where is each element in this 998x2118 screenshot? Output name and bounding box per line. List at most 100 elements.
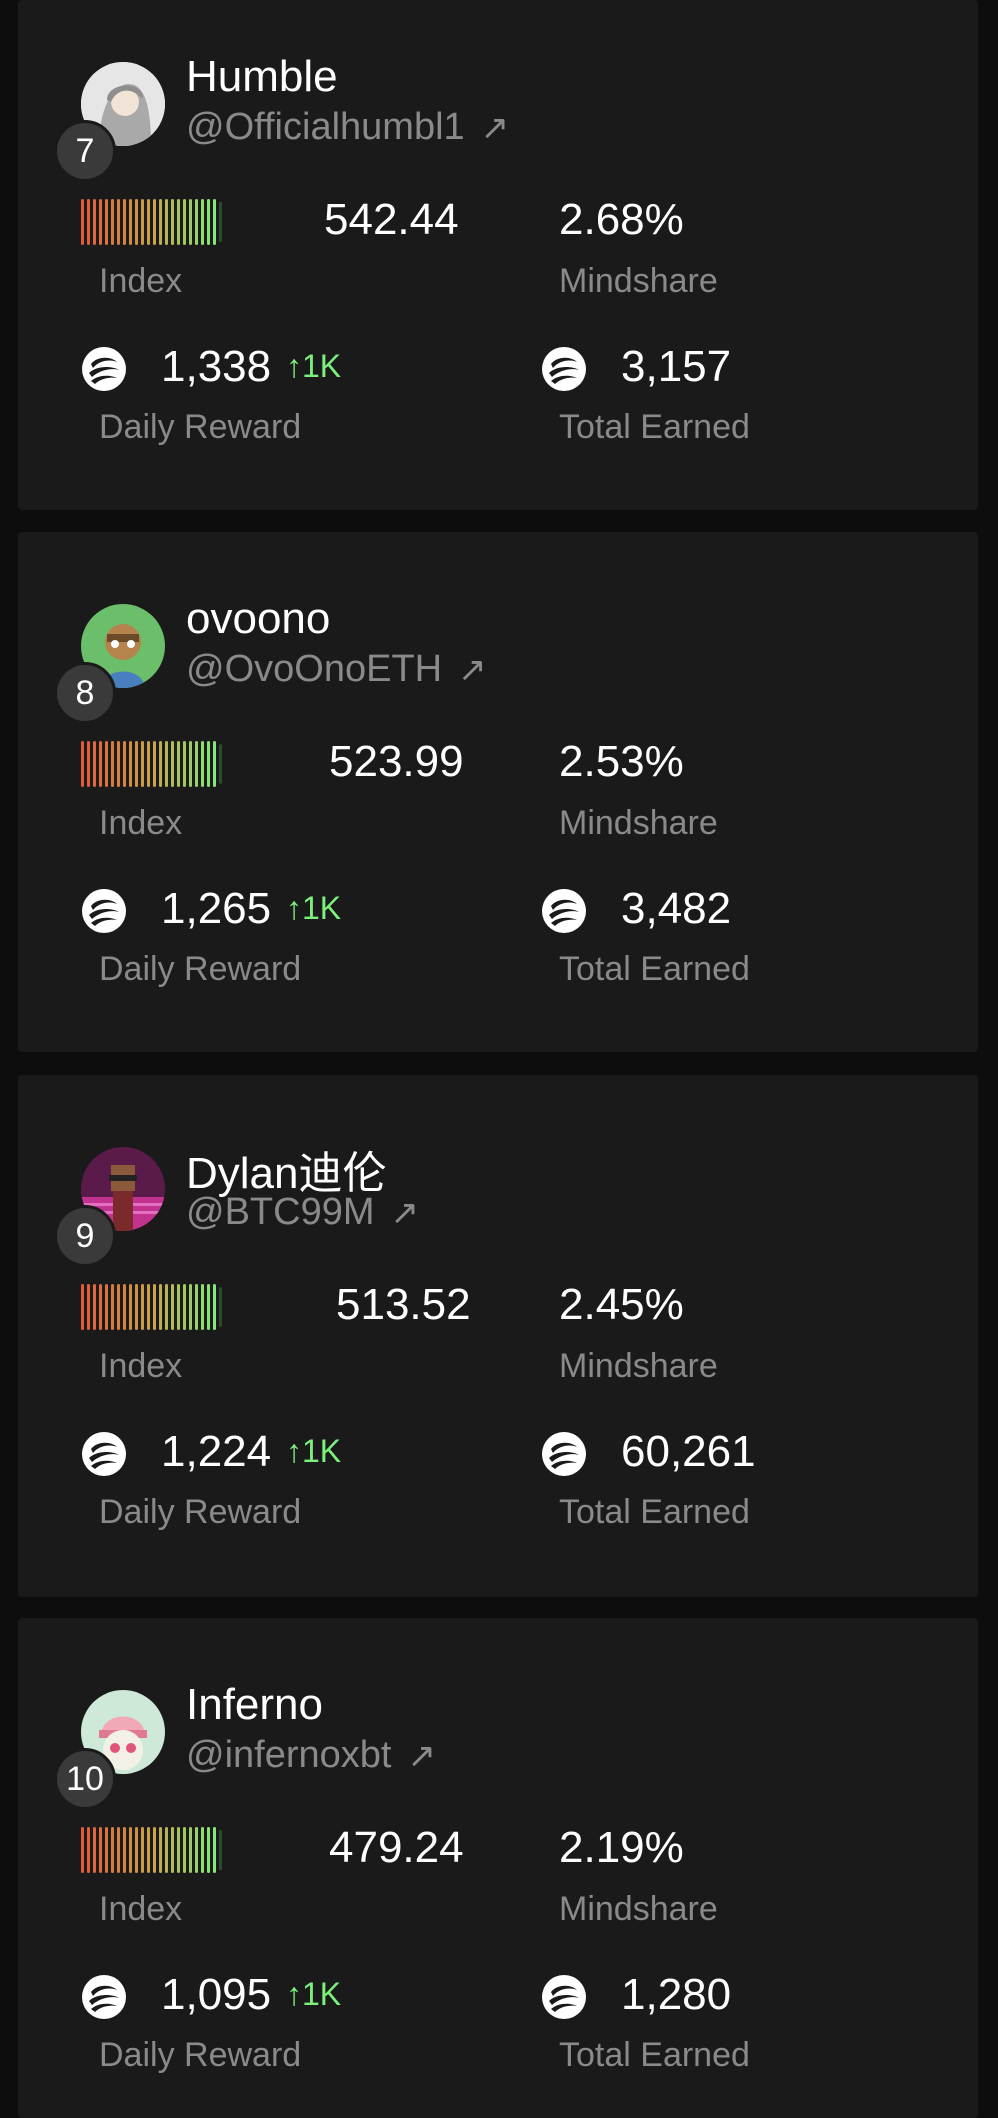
index-meter-bar <box>129 1284 132 1330</box>
index-meter-bar <box>147 741 150 787</box>
index-meter-bar <box>201 1827 204 1873</box>
index-meter-bar <box>177 1284 180 1330</box>
daily-reward-value: 1,265 <box>161 884 272 933</box>
index-meter-bar <box>111 741 114 787</box>
index-meter-bar <box>93 1827 96 1873</box>
index-meter-bar <box>201 1284 204 1330</box>
index-meter-bar <box>141 1284 144 1330</box>
index-meter-bar <box>141 199 144 245</box>
index-meter-bar <box>207 741 210 787</box>
user-handle-link[interactable]: @infernoxbt ↗ <box>186 1734 436 1777</box>
rank-badge: 9 <box>54 1205 116 1267</box>
index-meter-bar <box>81 741 84 787</box>
index-meter-bar <box>117 741 120 787</box>
index-meter-bar <box>159 741 162 787</box>
index-meter-bar <box>183 1284 186 1330</box>
index-meter-bar <box>171 199 174 245</box>
index-meter <box>81 1827 222 1873</box>
index-meter-bar <box>129 741 132 787</box>
user-handle-link[interactable]: @OvoOnoETH ↗ <box>186 648 487 691</box>
index-meter-bar <box>87 1284 90 1330</box>
index-meter-bar <box>219 1287 222 1327</box>
index-meter-bar <box>183 1827 186 1873</box>
index-meter-bar <box>177 741 180 787</box>
daily-reward-label: Daily Reward <box>99 950 302 988</box>
total-earned-label: Total Earned <box>559 408 750 446</box>
index-meter-bar <box>153 1284 156 1330</box>
mindshare-label: Mindshare <box>559 804 718 842</box>
token-logo-icon <box>81 1974 127 2020</box>
token-logo-icon <box>81 346 127 392</box>
index-meter-bar <box>99 1827 102 1873</box>
index-meter-bar <box>87 741 90 787</box>
index-meter-bar <box>105 199 108 245</box>
index-meter-bar <box>213 199 216 245</box>
index-meter-bar <box>129 199 132 245</box>
leaderboard-card[interactable]: 7 Humble @Officialhumbl1 ↗ 542.44 Index … <box>18 0 978 510</box>
leaderboard-card[interactable]: 8 ovoono @OvoOnoETH ↗ 523.99 Index 2.53%… <box>18 532 978 1052</box>
token-logo-icon <box>81 888 127 934</box>
index-meter-bar <box>165 1284 168 1330</box>
index-label: Index <box>99 1347 183 1385</box>
index-meter-bar <box>123 199 126 245</box>
total-earned-value: 3,482 <box>621 884 732 933</box>
index-meter-bar <box>99 1284 102 1330</box>
index-meter-bar <box>165 1827 168 1873</box>
total-earned-label: Total Earned <box>559 2036 750 2074</box>
index-meter-bar <box>153 741 156 787</box>
total-earned-label: Total Earned <box>559 1493 750 1531</box>
index-meter <box>81 741 222 787</box>
arrow-up-right-icon: ↗ <box>458 650 487 689</box>
user-handle-link[interactable]: @Officialhumbl1 ↗ <box>186 106 509 149</box>
index-meter-bar <box>111 1827 114 1873</box>
daily-reward-delta: ↑1K <box>286 890 342 926</box>
index-meter-bar <box>99 741 102 787</box>
index-meter <box>81 199 222 245</box>
index-meter <box>81 1284 222 1330</box>
index-meter-bar <box>183 199 186 245</box>
index-meter-bar <box>207 1284 210 1330</box>
daily-reward-value: 1,095 <box>161 1970 272 2019</box>
index-meter-bar <box>87 1827 90 1873</box>
mindshare-label: Mindshare <box>559 1347 718 1385</box>
index-meter-bar <box>99 199 102 245</box>
user-handle: @infernoxbt <box>186 1734 392 1776</box>
leaderboard-card[interactable]: 10 Inferno @infernoxbt ↗ 479.24 Index 2.… <box>18 1618 978 2118</box>
total-earned-label: Total Earned <box>559 950 750 988</box>
user-handle-link[interactable]: @BTC99M ↗ <box>186 1191 419 1234</box>
user-name: ovoono <box>186 594 331 643</box>
index-meter-bar <box>207 1827 210 1873</box>
daily-reward-value: 1,338 <box>161 342 272 391</box>
index-meter-bar <box>165 741 168 787</box>
mindshare-value: 2.45% <box>559 1280 684 1329</box>
index-meter-bar <box>159 1827 162 1873</box>
arrow-up-right-icon: ↗ <box>480 108 510 147</box>
token-logo-icon <box>81 1431 127 1477</box>
leaderboard-card[interactable]: 9 Dylan迪伦 @BTC99M ↗ 513.52 Index 2.45% M… <box>18 1075 978 1597</box>
index-meter-bar <box>111 199 114 245</box>
index-meter-bar <box>213 1827 216 1873</box>
index-meter-bar <box>153 1827 156 1873</box>
index-value: 542.44 <box>324 195 459 244</box>
index-meter-bar <box>117 199 120 245</box>
index-meter-bar <box>171 1284 174 1330</box>
mindshare-label: Mindshare <box>559 262 718 300</box>
user-name: Inferno <box>186 1680 323 1729</box>
index-meter-bar <box>117 1827 120 1873</box>
index-meter-bar <box>81 1827 84 1873</box>
index-meter-bar <box>129 1827 132 1873</box>
index-meter-bar <box>105 1827 108 1873</box>
mindshare-value: 2.53% <box>559 737 684 786</box>
mindshare-value: 2.19% <box>559 1823 684 1872</box>
index-meter-bar <box>219 1830 222 1870</box>
index-meter-bar <box>177 199 180 245</box>
index-meter-bar <box>147 1827 150 1873</box>
arrow-up-right-icon: ↗ <box>390 1193 420 1232</box>
daily-reward-label: Daily Reward <box>99 408 302 446</box>
token-logo-icon <box>541 1974 587 2020</box>
daily-reward-delta: ↑1K <box>286 1433 342 1469</box>
index-meter-bar <box>201 199 204 245</box>
index-meter-bar <box>93 199 96 245</box>
index-label: Index <box>99 804 183 842</box>
index-meter-bar <box>135 1284 138 1330</box>
